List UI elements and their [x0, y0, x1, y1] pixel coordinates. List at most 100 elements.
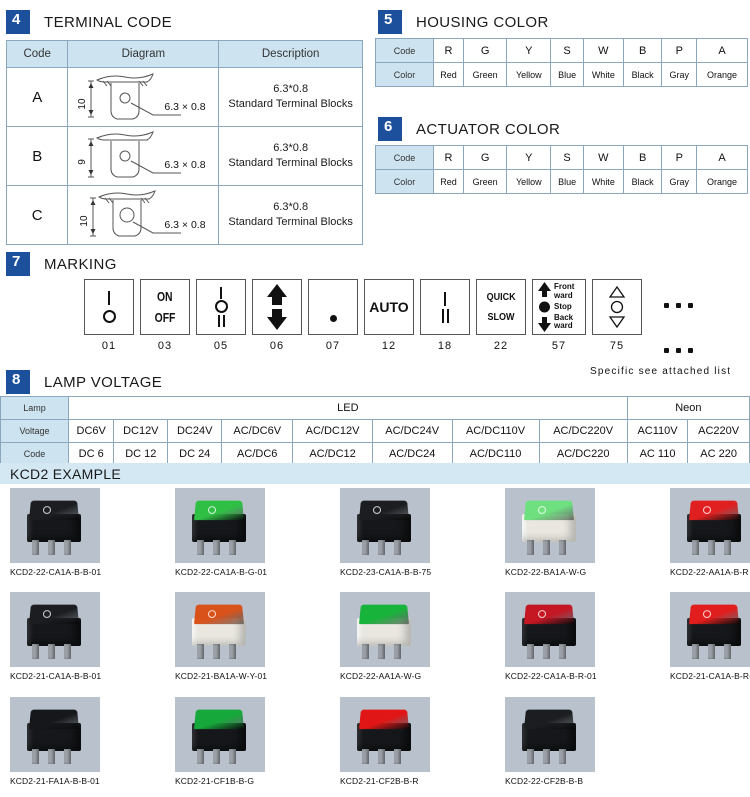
- terminal-diagram-cell: 10 6.3 × 0.8: [67, 185, 220, 245]
- actuator-code-cell: P: [661, 145, 698, 170]
- product-item[interactable]: KCD2-22-AA1A-B-R: [670, 488, 750, 577]
- bar-icon: [444, 291, 446, 306]
- marking-item-75: 75: [592, 279, 642, 352]
- terminal-spec-label: 6.3 × 0.8: [165, 159, 206, 171]
- marking-code: 07: [325, 340, 341, 352]
- housing-color-cell: Gray: [661, 62, 698, 87]
- marking-code: 18: [437, 340, 453, 352]
- product-image: [340, 592, 430, 667]
- terminal-diagram-a-icon: 10 6.3 × 0.8: [77, 73, 206, 120]
- rocker-switch-icon: [189, 598, 251, 662]
- terminal-diagram-cell: 9 6.3 × 0.8: [67, 126, 220, 186]
- product-item[interactable]: KCD2-22-CA1A-B-B-01: [10, 488, 101, 577]
- product-image: [175, 592, 265, 667]
- marking-symbol-cell: [252, 279, 302, 335]
- label-ward: ward: [554, 290, 573, 300]
- marking-code: 06: [269, 340, 285, 352]
- terminal-code-table: Code Diagram Description A 10 6.3 × 0.8: [5, 40, 363, 245]
- marking-label-frontward: Front ward: [554, 283, 574, 300]
- product-caption: KCD2-22-AA1A-B-R: [670, 567, 749, 577]
- section-number-badge: 8: [6, 370, 30, 394]
- section-number-badge: 5: [378, 10, 402, 34]
- row-label-color: Color: [375, 169, 434, 194]
- terminal-code-value: B: [5, 126, 69, 186]
- marking-code: 57: [551, 340, 567, 352]
- section-number-badge: 6: [378, 117, 402, 141]
- product-image: [10, 592, 100, 667]
- rocker-switch-icon: [519, 598, 581, 662]
- housing-code-cell: Y: [506, 38, 552, 63]
- product-item[interactable]: KCD2-21-CA1A-B-R-01: [670, 592, 750, 681]
- terminal-diagram-b-icon: 9 6.3 × 0.8: [77, 131, 206, 178]
- housing-code-cell: P: [661, 38, 698, 63]
- actuator-color-cell: White: [582, 169, 624, 194]
- row-label-code: Code: [375, 38, 434, 63]
- housing-code-cell: R: [432, 38, 465, 63]
- double-bar-icon: [441, 308, 449, 323]
- housing-color-cell: White: [582, 62, 624, 87]
- column-header-diagram: Diagram: [67, 40, 220, 68]
- example-banner: KCD2 EXAMPLE: [0, 463, 750, 484]
- actuator-code-cell: W: [582, 145, 624, 170]
- marking-label-backward: Back ward: [554, 313, 574, 331]
- arrow-stop-arrow-icon: [538, 282, 551, 332]
- marking-code: 05: [213, 340, 229, 352]
- circle-icon: [102, 310, 116, 324]
- voltage-cell: DC12V: [113, 419, 169, 443]
- table-row: Color Red Green Yellow Blue White Black …: [375, 169, 748, 194]
- terminal-code-value: A: [5, 67, 69, 127]
- product-caption: KCD2-22-CF2B-B-B: [505, 776, 584, 786]
- product-item[interactable]: KCD2-22-CA1A-B-G-01: [175, 488, 267, 577]
- terminal-dimension-label: 10: [79, 215, 90, 227]
- actuator-code-cell: G: [463, 145, 508, 170]
- marking-note: Specific see attached list: [590, 366, 732, 377]
- section-title: HOUSING COLOR: [416, 13, 549, 31]
- product-item[interactable]: KCD2-23-CA1A-B-B-75: [340, 488, 431, 577]
- marking-symbol-cell: ON OFF: [140, 279, 190, 335]
- section-header-lamp-voltage: 8 LAMP VOLTAGE: [6, 370, 162, 394]
- actuator-color-cell: Orange: [696, 169, 748, 194]
- housing-color-cell: Orange: [696, 62, 748, 87]
- section-number-badge: 4: [6, 10, 30, 34]
- housing-code-cell: B: [622, 38, 663, 63]
- circle-icon: [214, 300, 228, 314]
- marking-symbol-cell: QUICK SLOW: [476, 279, 526, 335]
- section-title: TERMINAL CODE: [44, 13, 172, 31]
- product-item[interactable]: KCD2-21-CF1B-B-G: [175, 697, 265, 786]
- product-item[interactable]: KCD2-21-CF2B-B-R: [340, 697, 430, 786]
- actuator-code-cell: R: [432, 145, 465, 170]
- actuator-color-table: Code R G Y S W B P A Color Red Green Yel…: [375, 145, 748, 194]
- product-item[interactable]: KCD2-22-BA1A-W-G: [505, 488, 595, 577]
- rocker-switch-icon: [24, 703, 86, 767]
- rocker-switch-icon: [519, 703, 581, 767]
- terminal-spec-label: 6.3 × 0.8: [165, 219, 206, 231]
- product-image: [505, 488, 595, 563]
- marking-ellipsis-top: [664, 303, 693, 308]
- actuator-color-cell: Gray: [661, 169, 698, 194]
- product-item[interactable]: KCD2-22-CA1A-B-R-01: [505, 592, 597, 681]
- table-header-row: Code Diagram Description: [5, 40, 363, 68]
- actuator-code-cell: A: [696, 145, 748, 170]
- marking-symbol-cell: [308, 279, 358, 335]
- terminal-dimension-label: 10: [77, 98, 88, 110]
- lamp-voltage-table: Lamp LED Neon Voltage DC6V DC12V DC24V A…: [0, 396, 750, 466]
- product-image: [670, 488, 750, 563]
- product-item[interactable]: KCD2-21-FA1A-B-B-01: [10, 697, 100, 786]
- product-image: [670, 592, 750, 667]
- product-item[interactable]: KCD2-22-AA1A-W-G: [340, 592, 430, 681]
- section-header-terminal-code: 4 TERMINAL CODE: [6, 10, 172, 34]
- actuator-code-cell: Y: [506, 145, 552, 170]
- voltage-cell: AC/DC12V: [292, 419, 373, 443]
- rocker-switch-icon: [189, 703, 251, 767]
- product-caption: KCD2-22-CA1A-B-G-01: [175, 567, 268, 577]
- product-item[interactable]: KCD2-22-CF2B-B-B: [505, 697, 595, 786]
- voltage-cell: AC/DC110V: [451, 419, 540, 443]
- product-image: [340, 488, 430, 563]
- voltage-cell: DC6V: [67, 419, 115, 443]
- product-caption: KCD2-21-CA1A-B-R-01: [670, 671, 750, 681]
- marking-item-07: 07: [308, 279, 358, 352]
- product-item[interactable]: KCD2-21-BA1A-W-Y-01: [175, 592, 267, 681]
- product-item[interactable]: KCD2-21-CA1A-B-B-01: [10, 592, 101, 681]
- rocker-switch-icon: [519, 494, 581, 558]
- terminal-diagram-cell: 10 6.3 × 0.8: [67, 67, 220, 127]
